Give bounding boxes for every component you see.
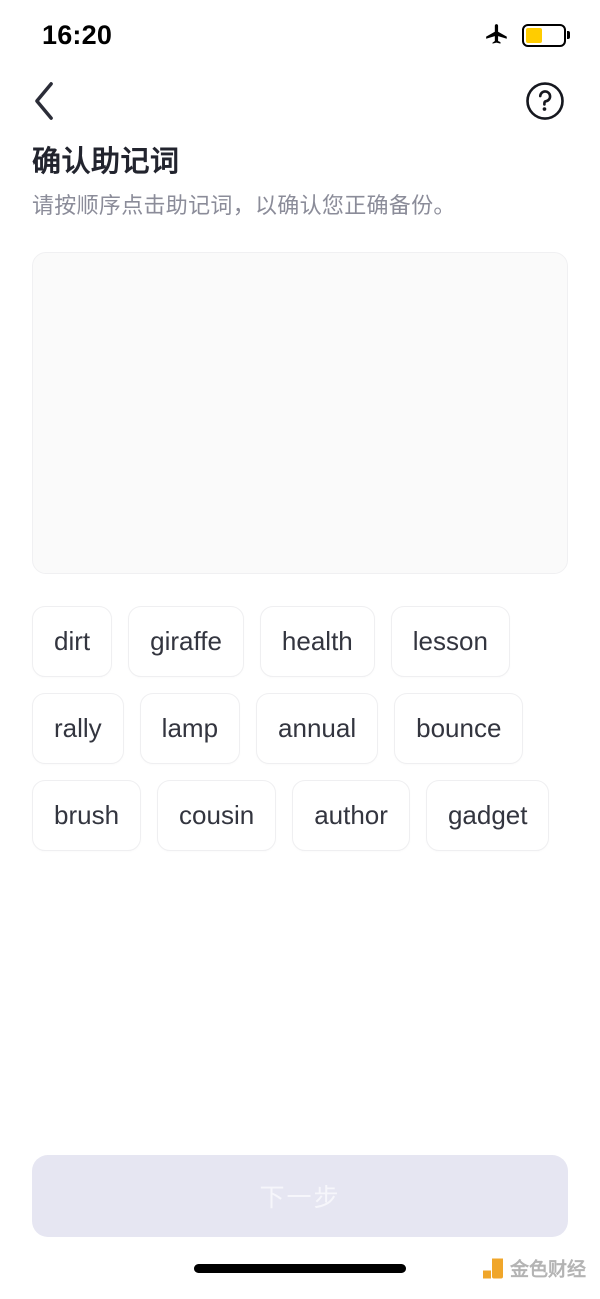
word-chip[interactable]: giraffe	[128, 606, 244, 678]
airplane-mode-icon	[486, 24, 507, 44]
page-title: 确认助记词	[32, 146, 180, 178]
help-button[interactable]	[523, 79, 567, 123]
status-time: 16:20	[42, 19, 113, 50]
battery-fill	[526, 27, 543, 43]
word-chip[interactable]: brush	[32, 780, 142, 852]
chevron-left-icon	[35, 82, 53, 120]
app-screen: 16:20 确认助记词 请按顺序点击助记词，以确认您正确备份。 dirt gir…	[0, 0, 600, 1299]
word-chip[interactable]: annual	[256, 693, 379, 765]
question-mark-circle-icon	[526, 82, 564, 120]
bottom-action-area: 下一步	[0, 1155, 600, 1237]
status-indicators	[484, 22, 566, 48]
status-bar: 16:20	[0, 0, 600, 70]
word-chip[interactable]: health	[259, 606, 375, 678]
next-button[interactable]: 下一步	[32, 1155, 568, 1237]
selected-words-box[interactable]	[32, 252, 568, 575]
word-chip[interactable]: cousin	[157, 780, 277, 852]
word-chip[interactable]: lamp	[139, 693, 241, 765]
home-indicator[interactable]	[194, 1263, 406, 1273]
page-subtitle: 请按顺序点击助记词，以确认您正确备份。	[32, 192, 456, 218]
word-pool: dirt giraffe health lesson rally lamp annual bo…	[32, 606, 568, 852]
word-chip[interactable]: bounce	[394, 693, 524, 765]
navigation-bar	[0, 70, 600, 132]
word-chip[interactable]: rally	[32, 693, 124, 765]
word-chip[interactable]: gadget	[425, 780, 550, 852]
back-button[interactable]	[22, 79, 66, 123]
word-chip[interactable]: lesson	[390, 606, 510, 678]
word-chip[interactable]: dirt	[32, 606, 113, 678]
watermark: 金色财经	[482, 1255, 586, 1282]
watermark-logo-icon	[482, 1258, 503, 1278]
watermark-label: 金色财经	[509, 1259, 586, 1281]
word-chip[interactable]: author	[292, 780, 410, 852]
footer: 金色财经	[0, 1237, 600, 1299]
battery-icon	[522, 23, 566, 47]
heading-block: 确认助记词 请按顺序点击助记词，以确认您正确备份。	[0, 132, 600, 220]
